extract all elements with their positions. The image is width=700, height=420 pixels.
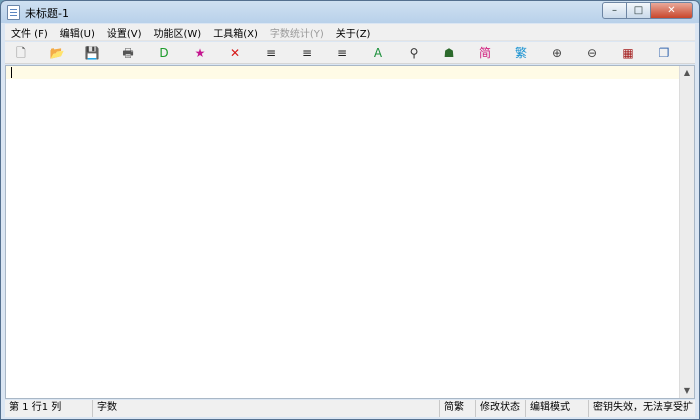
toolbar: 🗋 📂 💾 🖶 D ★ ✕ ≡ ≡ ≡ A ⚲ ☗ 简 繁 ⊕ ⊖ ▦ ❐	[5, 42, 695, 64]
menu-edit[interactable]: 编辑(U)	[54, 25, 101, 40]
align-left-icon[interactable]: ≡	[263, 45, 279, 61]
window-controls: – □ ✕	[602, 2, 693, 19]
text-editor[interactable]: ▲ ▼	[5, 65, 695, 399]
status-bar: 第 1 行1 列 字数 简繁 修改状态 编辑模式 密钥失效，无法享受扩	[5, 400, 695, 417]
status-script: 简繁	[440, 400, 476, 417]
traditional-chinese-icon[interactable]: 繁	[513, 45, 529, 61]
menu-toolbox[interactable]: 工具箱(X)	[207, 25, 264, 40]
copy-icon[interactable]: ❐	[656, 45, 672, 61]
open-folder-icon[interactable]: 📂	[49, 45, 65, 61]
align-center-icon[interactable]: ≡	[299, 45, 315, 61]
minimize-button[interactable]: –	[602, 2, 627, 19]
menu-bar: 文件 (F) 编辑(U) 设置(V) 功能区(W) 工具箱(X) 字数统计(Y)…	[5, 24, 695, 41]
save-icon[interactable]: 💾	[84, 45, 100, 61]
status-position: 第 1 行1 列	[5, 400, 93, 417]
simplified-chinese-icon[interactable]: 简	[477, 45, 493, 61]
print-icon[interactable]: 🖶	[120, 45, 136, 61]
zoom-out-icon[interactable]: ⊖	[584, 45, 600, 61]
scroll-up-icon[interactable]: ▲	[680, 66, 694, 80]
status-word-count: 字数	[93, 400, 440, 417]
menu-about[interactable]: 关于(Z)	[330, 25, 377, 40]
window-title: 未标题-1	[25, 7, 69, 20]
maximize-button[interactable]: □	[627, 2, 651, 19]
status-modified: 修改状态	[476, 400, 526, 417]
menu-word-count[interactable]: 字数统计(Y)	[264, 25, 330, 40]
status-mode: 编辑模式	[526, 400, 589, 417]
status-license: 密钥失效，无法享受扩	[593, 402, 693, 413]
delete-icon[interactable]: ✕	[227, 45, 243, 61]
align-right-icon[interactable]: ≡	[334, 45, 350, 61]
app-window: 未标题-1 – □ ✕ 文件 (F) 编辑(U) 设置(V) 功能区(W) 工具…	[0, 0, 700, 420]
user-icon[interactable]: ☗	[441, 45, 457, 61]
close-button[interactable]: ✕	[651, 2, 693, 19]
find-icon[interactable]: ⚲	[406, 45, 422, 61]
menu-settings[interactable]: 设置(V)	[101, 25, 148, 40]
calendar-icon[interactable]: ▦	[620, 45, 636, 61]
title-bar[interactable]: 未标题-1 – □ ✕	[1, 1, 699, 23]
text-caret	[11, 67, 12, 78]
spell-check-icon[interactable]: A	[370, 45, 386, 61]
menu-functions[interactable]: 功能区(W)	[148, 25, 208, 40]
current-line-highlight	[6, 66, 680, 79]
zoom-in-icon[interactable]: ⊕	[549, 45, 565, 61]
menu-file[interactable]: 文件 (F)	[5, 25, 54, 40]
vertical-scrollbar[interactable]: ▲ ▼	[679, 66, 694, 398]
scroll-down-icon[interactable]: ▼	[680, 384, 694, 398]
star-box-icon[interactable]: ★	[192, 45, 208, 61]
new-document-icon[interactable]: 🗋	[13, 45, 29, 61]
d-icon[interactable]: D	[156, 45, 172, 61]
document-icon	[7, 5, 20, 20]
